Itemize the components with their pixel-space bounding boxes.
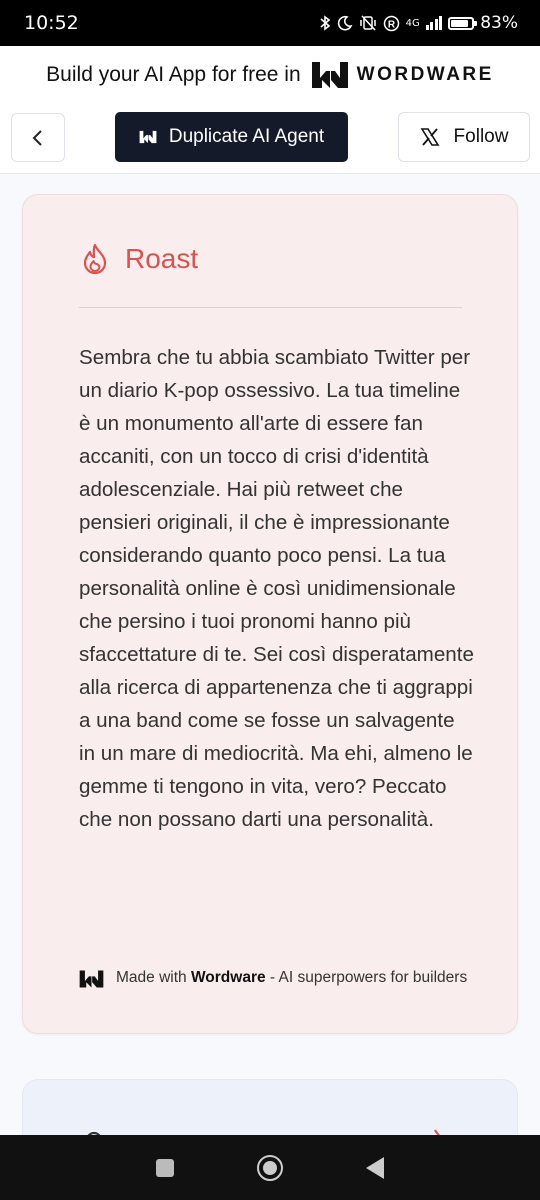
made-with-brand[interactable]: Wordware	[191, 969, 266, 986]
wordware-banner[interactable]: Build your AI App for free in WORDWARE	[0, 46, 540, 104]
system-nav-bar	[0, 1135, 540, 1200]
battery-percent: 83%	[480, 13, 518, 33]
battery-icon	[448, 16, 478, 30]
action-bar: Duplicate AI Agent Follow	[0, 104, 540, 174]
made-with-suffix: - AI superpowers for builders	[265, 969, 468, 986]
made-with-prefix: Made with	[116, 969, 191, 986]
svg-text:R: R	[387, 19, 395, 30]
x-logo-icon	[420, 128, 439, 146]
home-button[interactable]	[256, 1154, 283, 1181]
home-dot	[262, 1160, 277, 1175]
status-icons: R 4G 83%	[319, 13, 518, 33]
wordware-logo[interactable]: WORDWARE	[311, 60, 494, 90]
back-button[interactable]	[11, 113, 65, 162]
back-nav-button[interactable]	[365, 1156, 384, 1179]
wordware-icon	[139, 130, 157, 144]
follow-label: Follow	[453, 126, 509, 147]
roast-card: Roast Sembra che tu abbia scambiato Twit…	[22, 194, 518, 1034]
network-label: 4G	[405, 17, 420, 29]
follow-button[interactable]: Follow	[398, 112, 530, 162]
next-card	[22, 1079, 518, 1135]
banner-text: Build your AI App for free in	[46, 63, 301, 86]
signal-icon	[425, 16, 443, 30]
duplicate-agent-label: Duplicate AI Agent	[168, 126, 325, 147]
wordware-wordmark: WORDWARE	[356, 64, 494, 85]
wordware-icon	[79, 970, 104, 988]
flame-icon	[83, 243, 107, 275]
roast-header: Roast	[81, 243, 198, 275]
wordware-logo-icon	[311, 62, 348, 88]
roast-text: Sembra che tu abbia scambiato Twitter pe…	[79, 346, 474, 831]
flame-accent-icon	[434, 1129, 441, 1135]
bluetooth-icon	[319, 15, 331, 31]
recents-button[interactable]	[156, 1158, 175, 1177]
battery-fill	[451, 19, 468, 27]
made-with-text: Made with Wordware - AI superpowers for …	[116, 967, 467, 989]
status-time: 10:52	[24, 12, 79, 34]
moon-icon	[337, 15, 353, 31]
made-with-wordware[interactable]: Made with Wordware - AI superpowers for …	[79, 967, 479, 989]
chevron-left-icon	[32, 129, 42, 146]
roast-title: Roast	[125, 243, 199, 274]
registered-icon: R	[383, 15, 400, 32]
status-bar: 10:52 R 4G 83%	[0, 0, 540, 46]
divider	[79, 307, 462, 308]
vibrate-off-icon	[359, 15, 377, 31]
duplicate-agent-button[interactable]: Duplicate AI Agent	[115, 112, 348, 162]
content-area[interactable]: Roast Sembra che tu abbia scambiato Twit…	[0, 175, 540, 1135]
